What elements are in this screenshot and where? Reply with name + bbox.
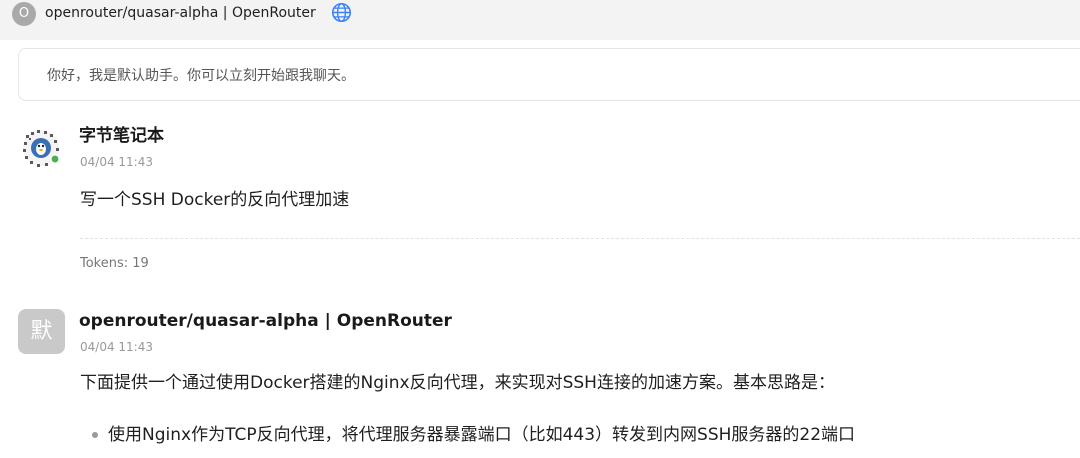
token-count: Tokens: 19 <box>80 256 149 271</box>
bullet-dot <box>92 432 98 438</box>
assistant-message-time: 04/04 11:43 <box>80 340 153 354</box>
user-name: 字节笔记本 <box>79 126 164 146</box>
user-message-time: 04/04 11:43 <box>80 155 153 169</box>
assistant-message-text: 下面提供一个通过使用Docker搭建的Nginx反向代理，来实现对SSH连接的加… <box>80 373 835 393</box>
welcome-text: 你好，我是默认助手。你可以立刻开始跟我聊天。 <box>47 68 355 84</box>
user-message-text: 写一个SSH Docker的反向代理加速 <box>80 190 350 210</box>
user-avatar[interactable] <box>20 127 62 169</box>
welcome-banner: 你好，我是默认助手。你可以立刻开始跟我聊天。 <box>18 48 1080 101</box>
globe-icon[interactable] <box>331 2 352 23</box>
assistant-name: openrouter/quasar-alpha | OpenRouter <box>79 311 452 331</box>
assistant-avatar[interactable]: 默 <box>18 309 65 354</box>
chat-title[interactable]: openrouter/quasar-alpha | OpenRouter <box>45 4 316 22</box>
assistant-bullet-item: 使用Nginx作为TCP反向代理，将代理服务器暴露端口（比如443）转发到内网S… <box>108 425 856 445</box>
model-avatar[interactable]: O <box>12 2 36 26</box>
title-bar: O openrouter/quasar-alpha | OpenRouter <box>0 0 1080 40</box>
message-divider <box>80 238 1080 239</box>
